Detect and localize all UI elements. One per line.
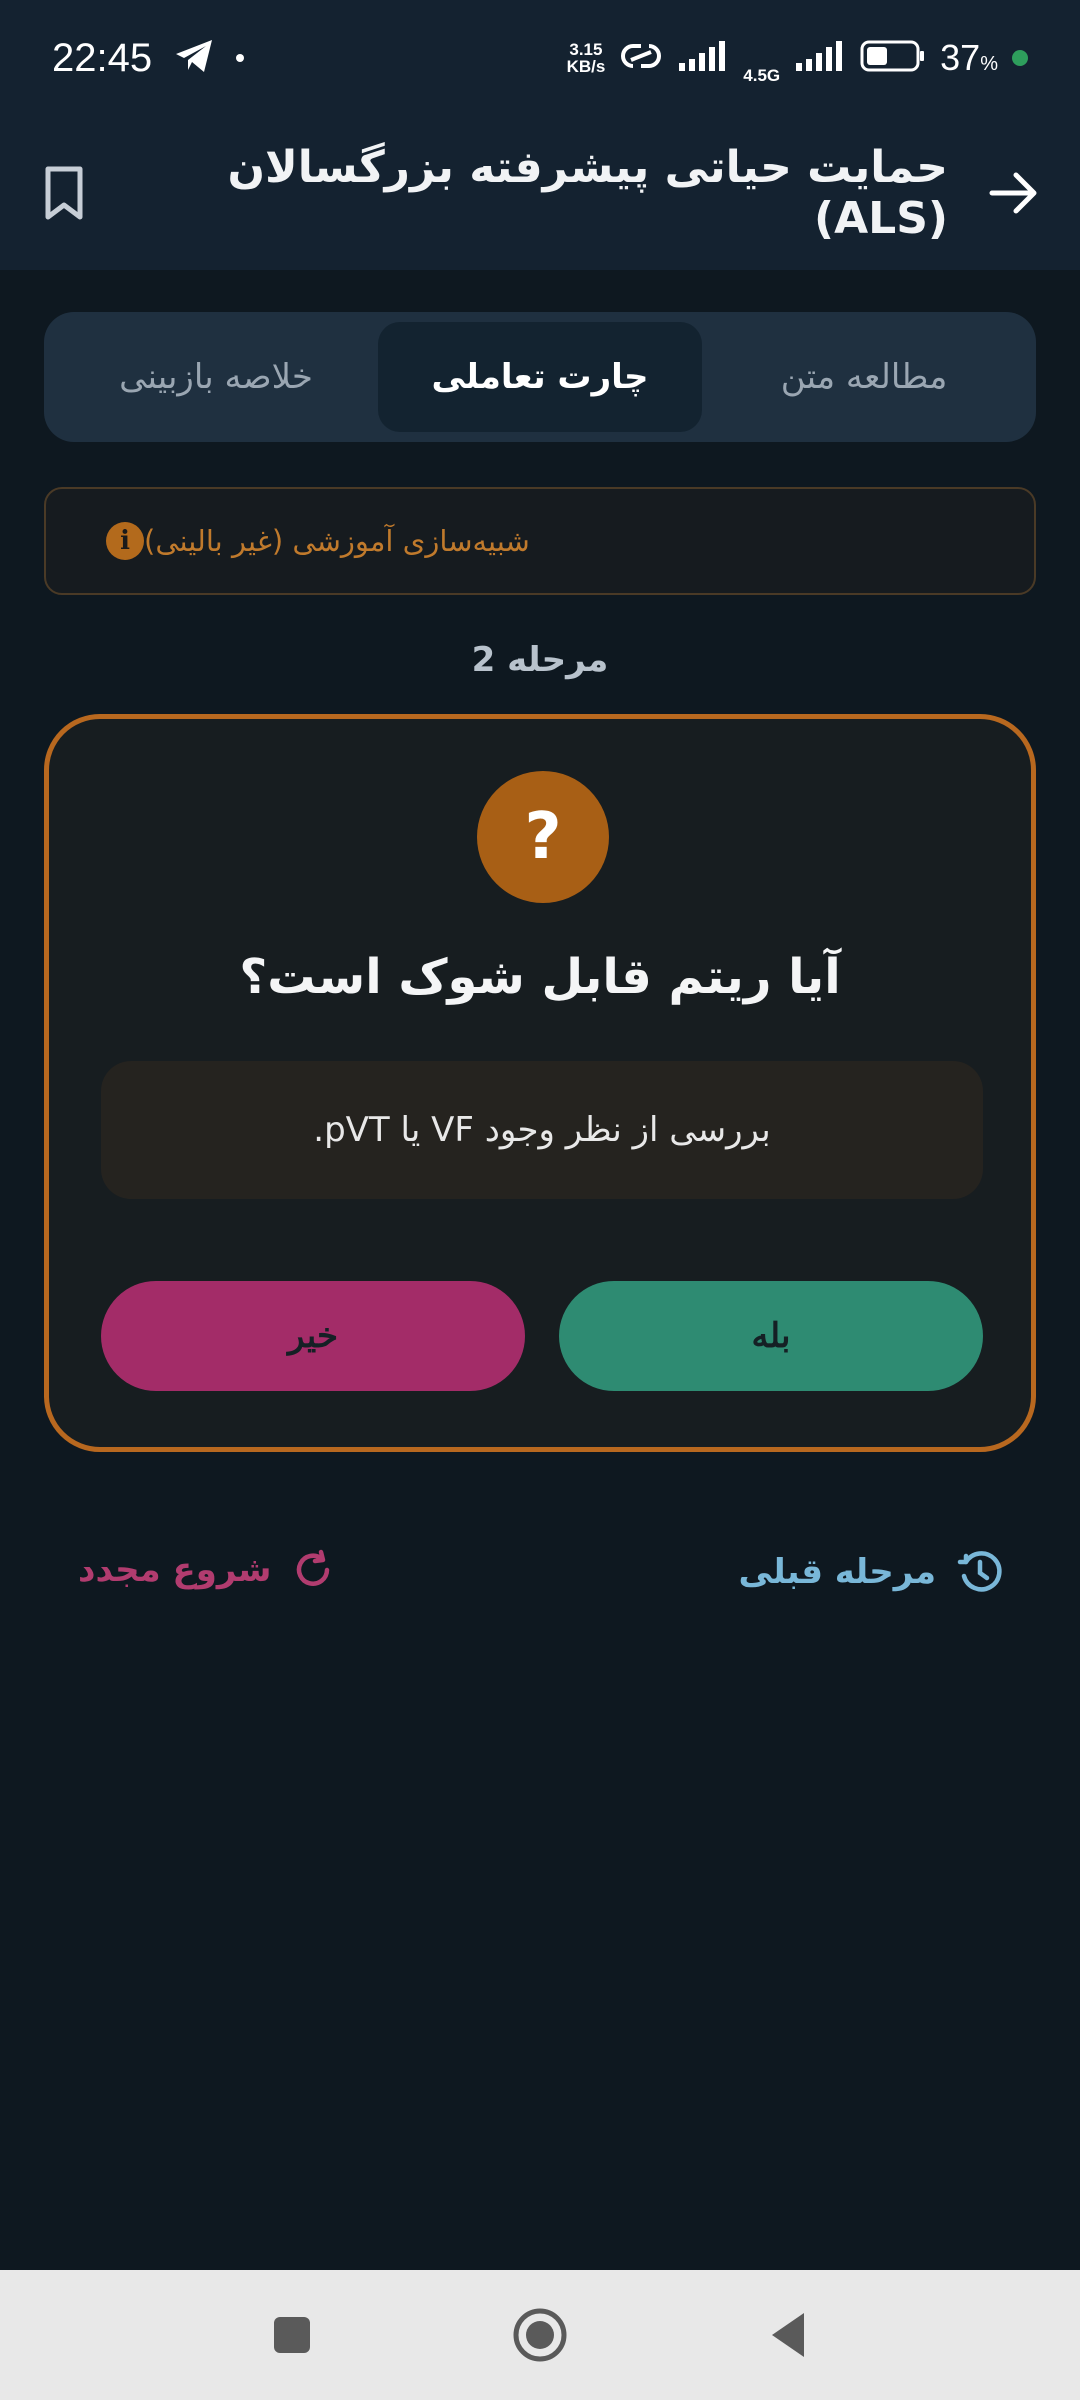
battery-value: 37	[940, 37, 981, 78]
telegram-icon	[174, 38, 214, 78]
status-bar: 22:45 3.15 KB/s 4.5G 37%	[0, 0, 1080, 116]
battery-icon	[860, 39, 926, 77]
page-title: حمایت حیاتی پیشرفته بزرگسالان (ALS)	[227, 142, 948, 244]
history-icon	[956, 1548, 1004, 1596]
step-label: مرحله 2	[471, 640, 609, 680]
hotspot-link-icon	[619, 38, 663, 78]
restart-label: شروع مجدد	[78, 1550, 272, 1590]
notice-text: شبیه‌سازی آموزشی (غیر بالینی)	[144, 524, 530, 558]
question-title: آیا ریتم قابل شوک است؟	[239, 949, 841, 1005]
back-arrow-icon[interactable]	[988, 169, 1040, 217]
battery-unit: %	[980, 53, 998, 75]
question-card: ? آیا ریتم قابل شوک است؟ بررسی از نظر وج…	[44, 714, 1036, 1452]
tab-bar: مطالعه متن چارت تعاملی خلاصه بازبینی	[44, 312, 1036, 442]
restart-button[interactable]: شروع مجدد	[78, 1548, 335, 1592]
recent-apps-icon[interactable]	[272, 2315, 312, 2355]
info-icon: i	[106, 522, 144, 560]
question-mark-icon: ?	[477, 771, 609, 903]
tab-interactive-chart[interactable]: چارت تعاملی	[378, 322, 702, 432]
previous-step-label: مرحله قبلی	[738, 1552, 936, 1592]
status-time: 22:45	[52, 35, 153, 80]
network-type: 4.5G	[743, 66, 781, 85]
notification-dot	[236, 54, 245, 62]
signal-icon-2	[794, 39, 846, 77]
system-nav-bar	[0, 2270, 1080, 2400]
status-left: 22:45	[52, 35, 245, 81]
simulation-notice: i شبیه‌سازی آموزشی (غیر بالینی)	[44, 487, 1036, 595]
network-speed: 3.15 KB/s	[567, 41, 606, 75]
status-right: 3.15 KB/s 4.5G 37%	[567, 30, 1028, 86]
bottom-actions: مرحله قبلی شروع مجدد	[0, 1548, 1080, 1618]
bookmark-icon[interactable]	[40, 165, 88, 221]
battery-percent: 37%	[940, 37, 998, 79]
signal-icon	[677, 39, 729, 77]
no-button[interactable]: خیر	[101, 1281, 525, 1391]
tab-study-text[interactable]: مطالعه متن	[702, 322, 1026, 432]
refresh-icon	[291, 1548, 335, 1592]
privacy-indicator-dot	[1012, 50, 1028, 66]
network-speed-unit: KB/s	[566, 57, 606, 76]
previous-step-button[interactable]: مرحله قبلی	[739, 1548, 1004, 1596]
home-icon[interactable]	[512, 2307, 568, 2363]
tab-review-summary[interactable]: خلاصه بازبینی	[54, 322, 378, 432]
back-triangle-icon[interactable]	[768, 2311, 808, 2359]
app-bar: حمایت حیاتی پیشرفته بزرگسالان (ALS)	[0, 116, 1080, 270]
network-speed-value: 3.15	[569, 40, 603, 59]
question-hint: بررسی از نظر وجود VF یا pVT.	[101, 1061, 983, 1199]
yes-button[interactable]: بله	[559, 1281, 983, 1391]
